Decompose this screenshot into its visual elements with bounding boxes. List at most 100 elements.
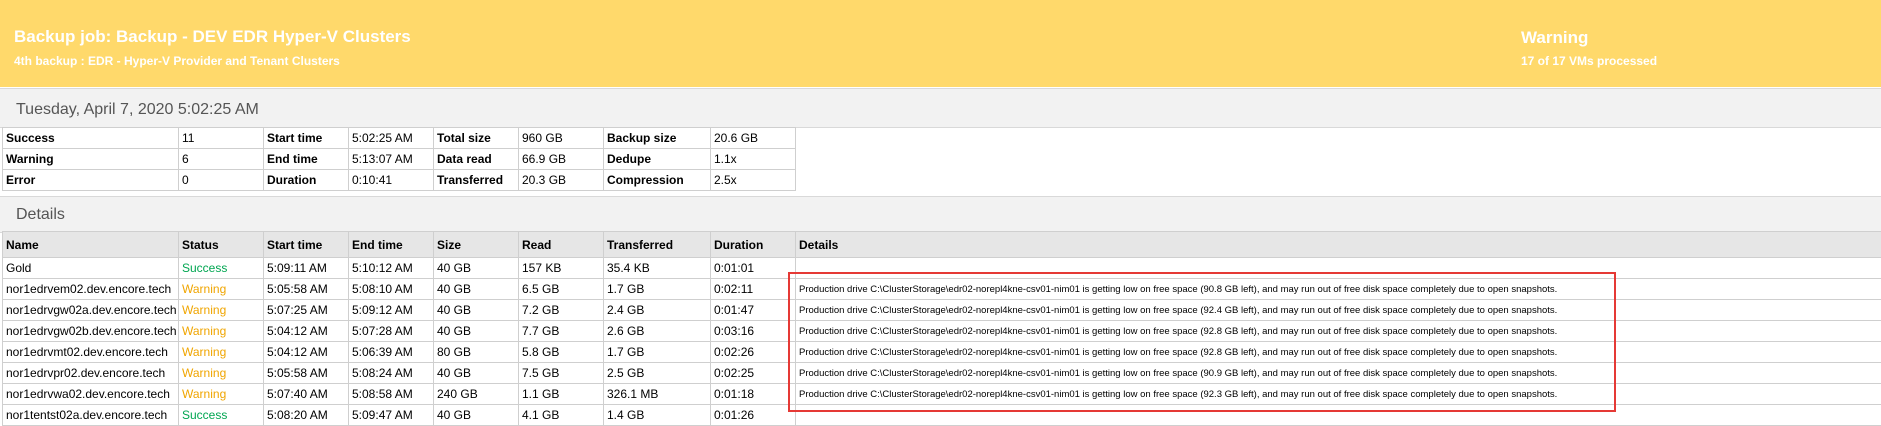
- details-heading-band: Details: [0, 196, 1881, 233]
- summary-label: Error: [2, 169, 179, 191]
- summary-label: Duration: [263, 169, 349, 191]
- vm-status: Warning: [178, 299, 264, 321]
- vm-duration: 0:02:26: [710, 341, 796, 363]
- column-header: Status: [178, 231, 264, 258]
- vm-end: 5:09:12 AM: [348, 299, 434, 321]
- summary-label: Dedupe: [603, 148, 711, 170]
- vm-size: 40 GB: [433, 257, 519, 279]
- column-header: Duration: [710, 231, 796, 258]
- summary-label: Warning: [2, 148, 179, 170]
- column-header: Details: [795, 231, 1881, 258]
- column-header: Start time: [263, 231, 349, 258]
- vm-start: 5:08:20 AM: [263, 404, 349, 426]
- vm-end: 5:10:12 AM: [348, 257, 434, 279]
- vm-transferred: 2.6 GB: [603, 320, 711, 342]
- vm-row: Gold Success 5:09:11 AM 5:10:12 AM 40 GB 157 …: [2, 257, 1881, 279]
- vm-read: 7.5 GB: [518, 362, 604, 384]
- vm-name: nor1edrvwa02.dev.encore.tech: [2, 383, 179, 405]
- vm-duration: 0:01:47: [710, 299, 796, 321]
- vm-start: 5:09:11 AM: [263, 257, 349, 279]
- vm-duration: 0:01:18: [710, 383, 796, 405]
- summary-value: 11: [178, 127, 264, 149]
- vm-end: 5:08:10 AM: [348, 278, 434, 300]
- vm-duration: 0:01:01: [710, 257, 796, 279]
- vm-details: Production drive C:\ClusterStorage\edr02…: [795, 341, 1881, 363]
- vm-size: 40 GB: [433, 320, 519, 342]
- vm-row: nor1edrvmt02.dev.encore.tech Warning 5:04:…: [2, 341, 1881, 363]
- summary-value: 5:13:07 AM: [348, 148, 434, 170]
- summary-value: 0:10:41: [348, 169, 434, 191]
- vm-start: 5:07:25 AM: [263, 299, 349, 321]
- summary-value: 5:02:25 AM: [348, 127, 434, 149]
- vm-status: Warning: [178, 320, 264, 342]
- summary-value: 20.3 GB: [518, 169, 604, 191]
- vm-name: nor1edrvmt02.dev.encore.tech: [2, 341, 179, 363]
- vm-transferred: 1.7 GB: [603, 278, 711, 300]
- summary-value: 0: [178, 169, 264, 191]
- vm-size: 40 GB: [433, 404, 519, 426]
- session-date: Tuesday, April 7, 2020 5:02:25 AM: [16, 101, 259, 118]
- vm-read: 7.2 GB: [518, 299, 604, 321]
- vm-read: 6.5 GB: [518, 278, 604, 300]
- summary-value: 6: [178, 148, 264, 170]
- vm-status: Warning: [178, 383, 264, 405]
- summary-label: Transferred: [433, 169, 519, 191]
- summary-label: Success: [2, 127, 179, 149]
- summary-value: 1.1x: [710, 148, 796, 170]
- vm-size: 40 GB: [433, 362, 519, 384]
- vm-size: 80 GB: [433, 341, 519, 363]
- vm-end: 5:08:24 AM: [348, 362, 434, 384]
- job-header-banner: Backup job: Backup - DEV EDR Hyper-V Clu…: [0, 0, 1881, 87]
- summary-label: Backup size: [603, 127, 711, 149]
- vm-row: nor1edrvgw02a.dev.encore.tech Warning 5:07…: [2, 299, 1881, 321]
- vm-start: 5:05:58 AM: [263, 278, 349, 300]
- summary-table: Success 11 Start time 5:02:25 AM Total size 9…: [2, 127, 796, 191]
- column-header: Read: [518, 231, 604, 258]
- session-date-band: Tuesday, April 7, 2020 5:02:25 AM: [0, 88, 1881, 128]
- vm-status: Warning: [178, 341, 264, 363]
- vm-read: 7.7 GB: [518, 320, 604, 342]
- vm-transferred: 35.4 KB: [603, 257, 711, 279]
- vm-read: 1.1 GB: [518, 383, 604, 405]
- vm-name: nor1edrvgw02a.dev.encore.tech: [2, 299, 179, 321]
- vm-status: Warning: [178, 362, 264, 384]
- vm-transferred: 2.5 GB: [603, 362, 711, 384]
- vm-details: [795, 404, 1881, 426]
- vm-row: nor1edrvem02.dev.encore.tech Warning 5:05:…: [2, 278, 1881, 300]
- vm-duration: 0:02:25: [710, 362, 796, 384]
- summary-row: Error 0 Duration 0:10:41 Transferred 20.3 GB C…: [2, 169, 796, 191]
- summary-row: Warning 6 End time 5:13:07 AM Data read 66.9 …: [2, 148, 796, 170]
- vm-end: 5:09:47 AM: [348, 404, 434, 426]
- vm-transferred: 1.7 GB: [603, 341, 711, 363]
- vms-processed: 17 of 17 VMs processed: [1521, 54, 1658, 68]
- vm-duration: 0:01:26: [710, 404, 796, 426]
- vm-read: 5.8 GB: [518, 341, 604, 363]
- job-title: Backup job: Backup - DEV EDR Hyper-V Clu…: [14, 27, 411, 46]
- vm-read: 157 KB: [518, 257, 604, 279]
- vm-name: Gold: [2, 257, 179, 279]
- vm-transferred: 1.4 GB: [603, 404, 711, 426]
- summary-value: 20.6 GB: [710, 127, 796, 149]
- summary-row: Success 11 Start time 5:02:25 AM Total size 9…: [2, 127, 796, 149]
- details-header-row: Name Status Start time End time Size Read Tran…: [2, 231, 1881, 258]
- vm-duration: 0:03:16: [710, 320, 796, 342]
- vm-transferred: 326.1 MB: [603, 383, 711, 405]
- vm-details: [795, 257, 1881, 279]
- vm-end: 5:06:39 AM: [348, 341, 434, 363]
- details-table: Name Status Start time End time Size Read Tran…: [2, 231, 1881, 426]
- summary-value: 2.5x: [710, 169, 796, 191]
- vm-details: Production drive C:\ClusterStorage\edr02…: [795, 320, 1881, 342]
- vm-size: 40 GB: [433, 278, 519, 300]
- vm-size: 40 GB: [433, 299, 519, 321]
- vm-end: 5:07:28 AM: [348, 320, 434, 342]
- vm-details: Production drive C:\ClusterStorage\edr02…: [795, 299, 1881, 321]
- vm-start: 5:05:58 AM: [263, 362, 349, 384]
- summary-label: End time: [263, 148, 349, 170]
- vm-name: nor1edrvpr02.dev.encore.tech: [2, 362, 179, 384]
- vm-row: nor1tentst02a.dev.encore.tech Success 5:08…: [2, 404, 1881, 426]
- vm-name: nor1edrvem02.dev.encore.tech: [2, 278, 179, 300]
- vm-details: Production drive C:\ClusterStorage\edr02…: [795, 383, 1881, 405]
- vm-details: Production drive C:\ClusterStorage\edr02…: [795, 362, 1881, 384]
- summary-label: Data read: [433, 148, 519, 170]
- summary-value: 960 GB: [518, 127, 604, 149]
